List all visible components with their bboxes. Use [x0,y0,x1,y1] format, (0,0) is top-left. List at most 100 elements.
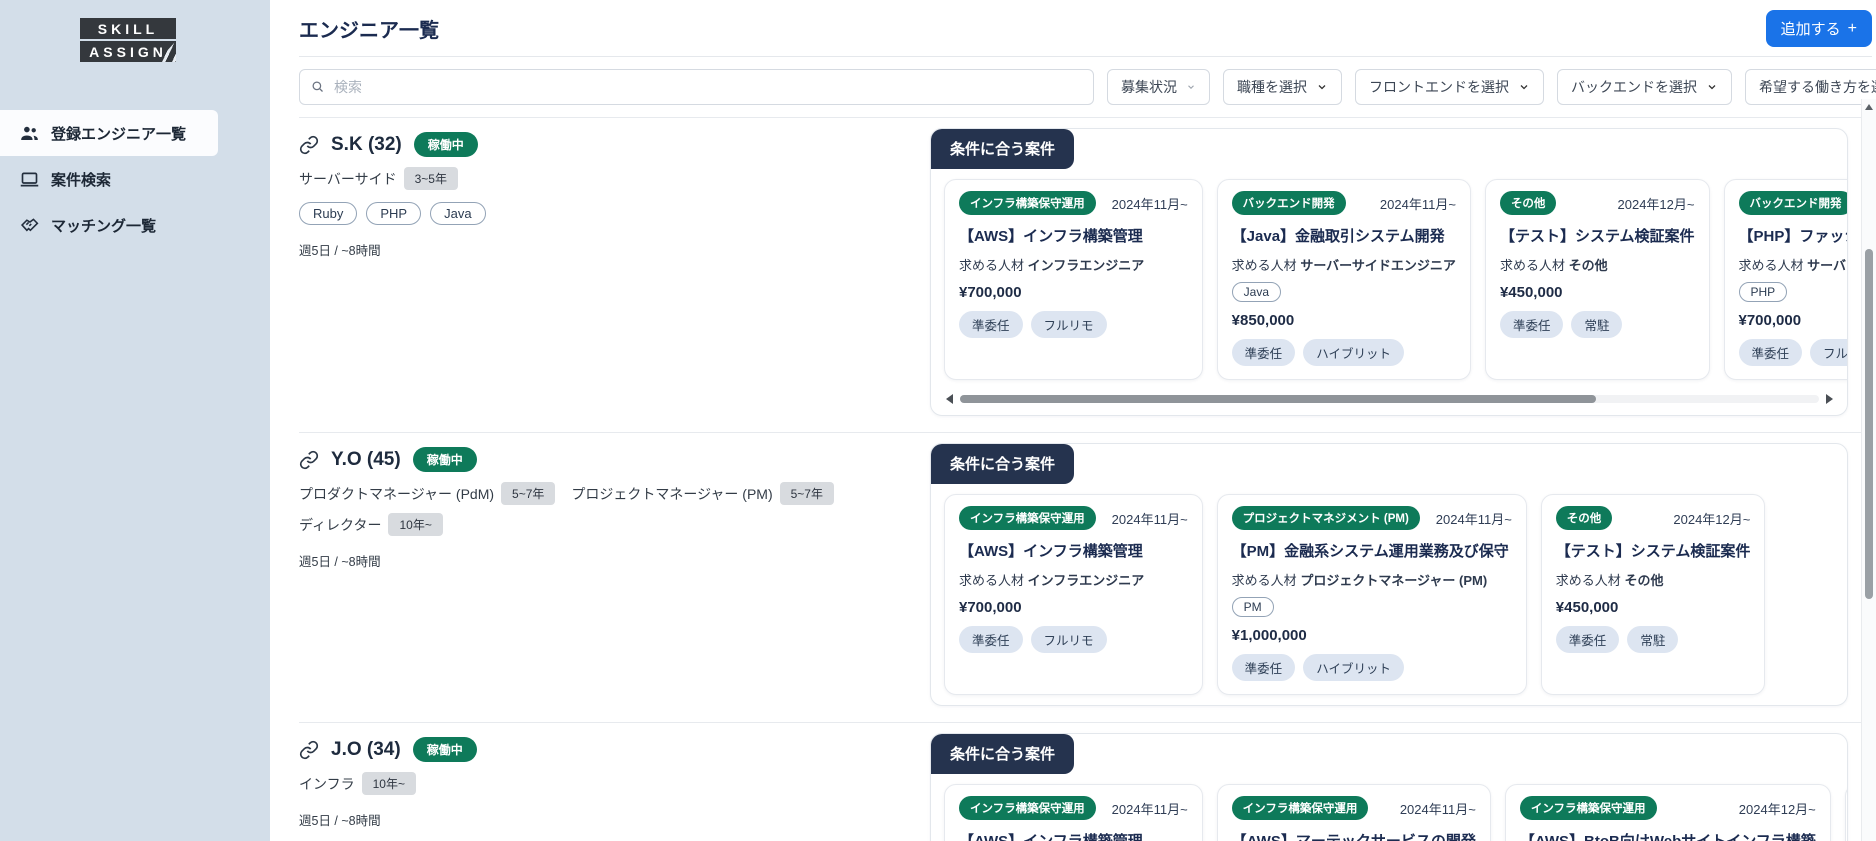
case-card-header: インフラ構築保守運用 2024年11月~ [959,796,1188,820]
vertical-scroll-thumb[interactable] [1865,249,1873,599]
case-card[interactable]: その他 2024年12月~ 【テスト】システム検証案件 求める人材 その他 ¥4… [1844,784,1847,841]
chevron-down-icon [1188,85,1194,90]
filter-recruit-status[interactable]: 募集状況 [1107,69,1210,105]
availability-text: 週5日 / ~8時間 [299,814,381,828]
category-badge: インフラ構築保守運用 [1231,796,1369,820]
engineer-header: Y.O (45) 稼働中 [299,447,930,472]
start-date: 2024年11月~ [1111,196,1188,212]
case-role-line: 求める人材 インフラエンジニア [959,255,1188,274]
horizontal-scroll-thumb[interactable] [960,395,1596,403]
case-card[interactable]: インフラ構築保守運用 2024年11月~ 【AWS】インフラ構築管理 求める人材… [944,179,1203,380]
category-badge: バックエンド開発 [1738,191,1847,215]
engineer-row: Y.O (45) 稼働中 プロダクトマネージャー (PdM) 5~7年 プロジェ… [299,432,1872,722]
case-title: 【PHP】ファッションファッション系E [1738,228,1848,245]
case-card-header: その他 2024年12月~ [1499,191,1695,215]
seeking-label: 求める人材 [1231,573,1297,588]
case-badges: 準委任 フルリモ [959,626,1188,653]
case-card-header: インフラ構築保守運用 2024年12月~ [1519,796,1816,820]
link-icon[interactable] [299,135,319,155]
filter-workstyle[interactable]: 希望する働き方を選択 [1745,69,1876,105]
experience-badge: 3~5年 [403,167,458,190]
experience-badge: 10年~ [361,772,416,795]
search-icon [312,81,323,92]
filter-backend[interactable]: バックエンドを選択 [1557,69,1732,105]
filter-label: 募集状況 [1121,79,1177,95]
price: ¥1,000,000 [1231,627,1307,644]
filter-label: 職種を選択 [1237,79,1307,95]
scroll-left-icon[interactable] [946,394,953,404]
case-badges: 準委任 常駐 [1555,626,1751,653]
price: ¥700,000 [959,599,1022,616]
scroll-up-icon[interactable] [1865,104,1873,110]
case-card[interactable]: バックエンド開発 2024年11月~ 【Java】金融取引システム開発 求める人… [1216,179,1471,380]
matching-panel-title: 条件に合う案件 [931,129,1075,169]
add-button[interactable]: 追加する + [1765,10,1872,47]
case-role-line: 求める人材 その他 [1556,570,1751,589]
engineer-roles: インフラ 10年~ [299,772,930,795]
price: ¥700,000 [959,284,1022,301]
app-logo: SKILL ASSIGN [80,18,176,62]
case-role: サーバーサイドエンジニア [1300,258,1456,273]
scroll-right-icon[interactable] [1826,394,1833,404]
case-card[interactable]: インフラ構築保守運用 2024年12月~ 【AWS】BtoB向けWebサイトイン… [1504,784,1831,841]
case-role: サーバーサイドエンジニア [1807,258,1847,273]
scroll-track[interactable] [960,395,1819,403]
users-icon [21,126,38,140]
case-badges: 準委任 ハイブリット [1231,339,1456,366]
contract-badge: 常駐 [1627,626,1679,653]
search-input[interactable] [299,69,1094,105]
contract-badge: 準委任 [1738,339,1803,366]
link-icon[interactable] [299,450,319,470]
case-card[interactable]: インフラ構築保守運用 2024年11月~ 【AWS】インフラ構築管理 求める人材… [944,784,1203,841]
case-card-header: バックエンド開発 [1738,191,1847,215]
start-date: 2024年11月~ [1111,511,1188,527]
case-card-header: バックエンド開発 2024年11月~ [1231,191,1456,215]
role-label: ディレクター [299,516,382,533]
case-role-line: 求める人材 その他 [1500,255,1695,274]
case-card[interactable]: プロジェクトマネジメント (PM) 2024年11月~ 【PM】金融系システム運… [1216,494,1527,695]
engineer-roles: プロダクトマネージャー (PdM) 5~7年 プロジェクトマネージャー (PM)… [299,482,930,536]
chevron-down-icon [1520,85,1528,90]
role-item: サーバーサイド 3~5年 [299,167,458,190]
sidebar-item-label: 案件検索 [51,171,112,189]
contract-badge: 準委任 [1499,311,1564,338]
case-card[interactable]: インフラ構築保守運用 2024年11月~ 【AWS】マーテックサービスの開発 求… [1216,784,1491,841]
engineer-info: Y.O (45) 稼働中 プロダクトマネージャー (PdM) 5~7年 プロジェ… [299,443,930,570]
matching-panel-title: 条件に合う案件 [931,444,1075,484]
filter-frontend[interactable]: フロントエンドを選択 [1355,69,1544,105]
case-title: 【AWS】マーテックサービスの開発 [1232,830,1476,841]
logo-line-2: ASSIGN [80,41,176,62]
seeking-label: 求める人材 [1499,258,1565,273]
case-card-header: インフラ構築保守運用 2024年11月~ [959,191,1188,215]
filter-label: フロントエンドを選択 [1369,79,1509,95]
seeking-label: 求める人材 [1738,258,1804,273]
engineer-row: S.K (32) 稼働中 サーバーサイド 3~5年 Ruby PHP Java … [299,117,1872,432]
skill-tag: Java [430,202,486,225]
case-role-line: 求める人材 プロジェクトマネージャー (PM) [1232,570,1512,589]
start-date: 2024年12月~ [1673,511,1751,527]
horizontal-scrollbar[interactable] [946,393,1833,405]
experience-badge: 5~7年 [779,482,834,505]
sidebar-item-matching-list[interactable]: マッチング一覧 [0,202,218,248]
case-role-line: 求める人材 インフラエンジニア [959,570,1188,589]
sidebar-item-case-search[interactable]: 案件検索 [0,156,218,202]
price: ¥450,000 [1555,599,1619,616]
matching-panel: 条件に合う案件 インフラ構築保守運用 2024年11月~ 【AWS】インフラ構築… [930,443,1848,706]
seeking-label: 求める人材 [959,573,1025,588]
link-icon[interactable] [299,740,319,760]
case-card[interactable]: その他 2024年12月~ 【テスト】システム検証案件 求める人材 その他 ¥4… [1484,179,1710,380]
case-card[interactable]: バックエンド開発 【PHP】ファッションファッション系E 求める人材 サーバーサ… [1723,179,1848,380]
case-title: 【テスト】システム検証案件 [1499,228,1695,245]
vertical-scrollbar[interactable] [1861,99,1876,841]
experience-badge: 5~7年 [501,482,556,505]
case-card[interactable]: その他 2024年12月~ 【テスト】システム検証案件 求める人材 その他 ¥4… [1540,494,1766,695]
category-badge: プロジェクトマネジメント (PM) [1231,506,1420,530]
filter-job-type[interactable]: 職種を選択 [1223,69,1342,105]
matching-panel: 条件に合う案件 インフラ構築保守運用 2024年11月~ 【AWS】インフラ構築… [930,128,1848,416]
engineer-roles: サーバーサイド 3~5年 [299,167,930,190]
category-badge: その他 [1555,506,1613,530]
case-card[interactable]: インフラ構築保守運用 2024年11月~ 【AWS】インフラ構築管理 求める人材… [944,494,1203,695]
case-title: 【テスト】システム検証案件 [1555,543,1751,560]
sidebar-item-engineer-list[interactable]: 登録エンジニア一覧 [0,110,218,156]
status-badge: 稼働中 [412,447,477,472]
